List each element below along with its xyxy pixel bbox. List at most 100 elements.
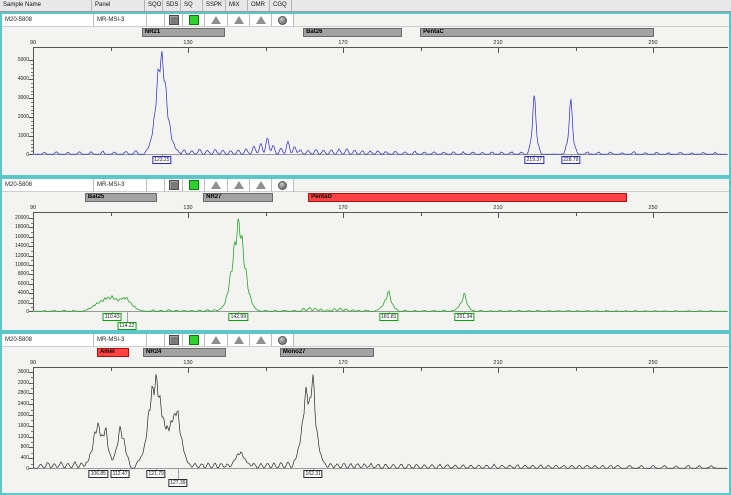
gray-triangle-icon <box>256 181 266 189</box>
marker-bar-pentad[interactable]: PentaD <box>308 193 627 202</box>
column-header-panel: Panel <box>92 0 145 11</box>
peak-size-label[interactable]: 121.79 <box>147 470 166 478</box>
flag-cell-cgq[interactable] <box>272 14 294 27</box>
flag-cell-sspk[interactable] <box>205 14 228 27</box>
y-tick-label: 4000 <box>2 76 29 82</box>
electropherogram-trace <box>34 51 727 154</box>
sample-name-cell[interactable]: M20-5808 <box>2 14 94 27</box>
y-tick-label: 400 <box>2 455 29 461</box>
dark-square-icon <box>169 335 179 345</box>
flag-cell-mix[interactable] <box>228 179 250 192</box>
sample-row[interactable]: M20-5808MR-MSI-3 <box>2 334 729 347</box>
flag-cell-omr[interactable] <box>250 334 272 347</box>
flag-cell-omr[interactable] <box>250 14 272 27</box>
x-tick-label: 90 <box>30 205 36 212</box>
green-square-icon <box>189 335 199 345</box>
flag-cell-sds[interactable] <box>165 179 183 192</box>
x-axis-labels: 90130170210250 <box>2 205 729 212</box>
y-tick-label: 5000 <box>2 57 29 63</box>
column-header-mix: MIX <box>226 0 248 11</box>
dark-square-icon <box>169 15 179 25</box>
y-tick-label: 2800 <box>2 390 29 396</box>
peak-size-label[interactable]: 106.85 <box>89 470 108 478</box>
sample-row-filler <box>294 334 729 347</box>
column-header-filler <box>292 0 731 11</box>
sample-row-filler <box>294 14 729 27</box>
electropherogram-plot[interactable]: 2000018000160001400012000100008000600040… <box>2 212 729 312</box>
marker-bar-pentac[interactable]: PentaC <box>420 28 654 37</box>
electropherogram-plot[interactable]: 500040003000200010000 <box>2 47 729 155</box>
peak-size-label[interactable]: 181.81 <box>379 313 398 321</box>
x-tick-label: 210 <box>493 205 502 212</box>
flag-cell-sqo[interactable] <box>147 334 165 347</box>
allele-labels-strip: 110.43114.22 142.99 181.81 201.34 <box>2 312 729 330</box>
peak-size-label[interactable]: 123.25 <box>152 156 171 164</box>
flag-cell-cgq[interactable] <box>272 334 294 347</box>
sample-row[interactable]: M20-5808MR-MSI-3 <box>2 179 729 192</box>
y-tick-label: 800 <box>2 444 29 450</box>
flag-cell-sspk[interactable] <box>205 179 228 192</box>
flag-cell-sspk[interactable] <box>205 334 228 347</box>
peak-size-label[interactable]: 201.34 <box>455 313 474 321</box>
marker-bar-amel[interactable]: Amel <box>97 348 129 357</box>
sample-name-cell[interactable]: M20-5808 <box>2 179 94 192</box>
x-tick-label: 170 <box>338 205 347 212</box>
electropherogram-plot[interactable]: 36003200280024002000160012008004000 <box>2 367 729 469</box>
peak-size-label[interactable]: 162.31 <box>304 470 323 478</box>
x-tick-label: 130 <box>183 360 192 367</box>
y-tick-label: 2000 <box>2 300 29 306</box>
allele-connector-line <box>178 469 179 479</box>
marker-bar-bat26[interactable]: Bat26 <box>303 28 402 37</box>
y-tick-label: 1200 <box>2 434 29 440</box>
marker-bar-mono27[interactable]: Mono27 <box>280 348 374 357</box>
panel-name-cell[interactable]: MR-MSI-3 <box>94 14 147 27</box>
flag-cell-cgq[interactable] <box>272 179 294 192</box>
flag-cell-sqo[interactable] <box>147 14 165 27</box>
column-header-sq: SQ <box>181 0 203 11</box>
y-tick-label: 18000 <box>2 224 29 230</box>
peak-size-label[interactable]: 142.99 <box>229 313 248 321</box>
y-tick-label: 3200 <box>2 380 29 386</box>
y-tick-label: 3600 <box>2 369 29 375</box>
flag-cell-sqo[interactable] <box>147 179 165 192</box>
gray-triangle-icon <box>211 336 221 344</box>
x-axis-labels: 90130170210250 <box>2 40 729 47</box>
panel-name-cell[interactable]: MR-MSI-3 <box>94 334 147 347</box>
column-header-sqo: SQO <box>145 0 163 11</box>
peak-size-label[interactable]: 110.43 <box>103 313 122 321</box>
gray-circle-icon <box>278 181 287 190</box>
marker-bar-bat25[interactable]: Bat25 <box>85 193 157 202</box>
y-tick-label: 2400 <box>2 401 29 407</box>
flag-cell-sq[interactable] <box>183 334 205 347</box>
gray-triangle-icon <box>211 181 221 189</box>
panel-name-cell[interactable]: MR-MSI-3 <box>94 179 147 192</box>
peak-size-label[interactable]: 112.47 <box>111 470 130 478</box>
flag-cell-omr[interactable] <box>250 179 272 192</box>
sample-name-cell[interactable]: M20-5808 <box>2 334 94 347</box>
y-tick-label: 14000 <box>2 243 29 249</box>
allele-labels-strip: 123.25 219.37 228.79 <box>2 155 729 175</box>
application-window: Sample Name Panel SQO SDS SQ SSPK MIX OM… <box>0 0 731 495</box>
peak-size-label[interactable]: 219.37 <box>525 156 544 164</box>
column-header-omr: OMR <box>248 0 270 11</box>
flag-cell-sq[interactable] <box>183 14 205 27</box>
y-tick-label: 1000 <box>2 133 29 139</box>
marker-bar-nr24[interactable]: NR24 <box>143 348 226 357</box>
marker-bar-nr21[interactable]: NR21 <box>142 28 225 37</box>
flag-cell-sq[interactable] <box>183 179 205 192</box>
marker-bar-nr27[interactable]: NR27 <box>203 193 273 202</box>
flag-cell-sds[interactable] <box>165 14 183 27</box>
x-tick-label: 250 <box>648 205 657 212</box>
peak-size-label[interactable]: 127.39 <box>168 479 187 487</box>
y-tick-label: 8000 <box>2 271 29 277</box>
flag-cell-mix[interactable] <box>228 334 250 347</box>
flag-cell-sds[interactable] <box>165 334 183 347</box>
peak-size-label[interactable]: 114.22 <box>117 322 136 330</box>
sample-panel-1: M20-5808MR-MSI-3NR21 Bat26 PentaC 901301702… <box>0 12 731 177</box>
flag-cell-mix[interactable] <box>228 14 250 27</box>
peak-size-label[interactable]: 228.79 <box>561 156 580 164</box>
y-tick-label: 6000 <box>2 281 29 287</box>
sample-row[interactable]: M20-5808MR-MSI-3 <box>2 14 729 27</box>
y-tick-label: 12000 <box>2 253 29 259</box>
gray-triangle-icon <box>234 16 244 24</box>
